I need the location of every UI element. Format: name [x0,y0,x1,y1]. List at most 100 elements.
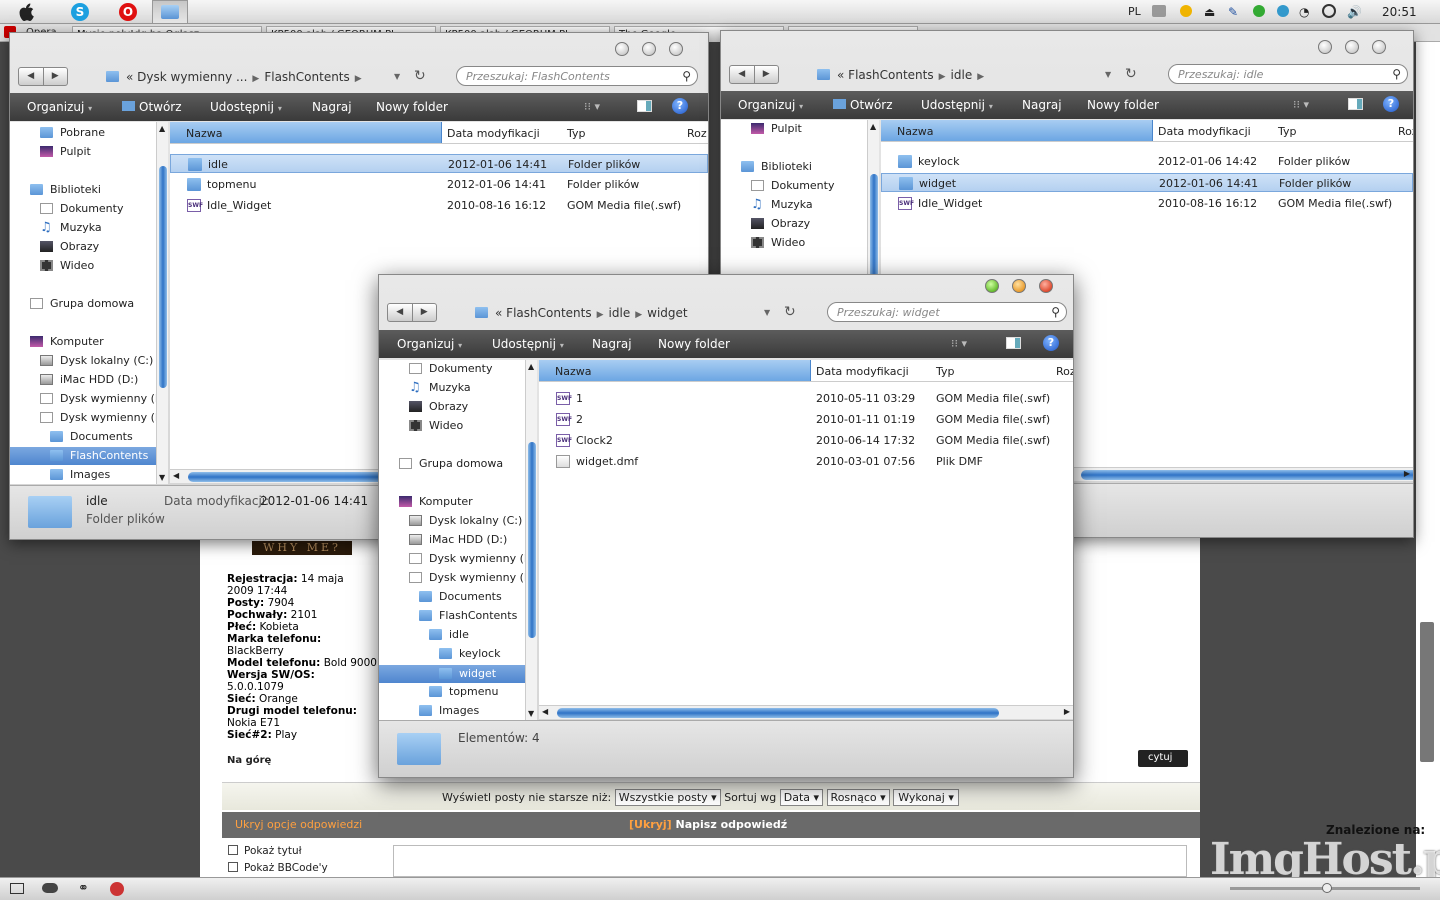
burn-button[interactable]: Nagraj [1022,98,1062,112]
window-button-icon[interactable] [669,42,683,56]
search-icon[interactable]: ⚲ [1392,67,1401,81]
column-name[interactable]: Nazwa [539,360,811,381]
help-icon[interactable]: ? [1043,335,1059,351]
eject-icon[interactable]: ⏏ [1204,5,1215,19]
back-forward-buttons[interactable]: ◀ ▶ [729,65,779,84]
nav-scroll-thumb[interactable] [159,166,167,388]
execute-button[interactable]: Wykonaj [893,789,959,806]
nav-item[interactable]: Komputer [10,333,156,351]
column-name[interactable]: Nazwa [881,120,1153,141]
scroll-down-icon[interactable]: ▼ [528,709,534,718]
nav-item[interactable]: Dokumenty [10,200,156,218]
notification-icon[interactable] [1180,5,1192,17]
nav-scrollbar[interactable]: ▲ [867,120,879,280]
file-row[interactable]: SWF 1 2010-05-11 03:29 GOM Media file(.swf) [539,389,1073,408]
nav-item[interactable]: ♫ Muzyka [10,219,156,237]
nav-item[interactable]: iMac HDD (D:) [379,531,525,549]
opera-icon[interactable]: O [110,0,146,24]
search-input[interactable]: Przeszukaj: widget ⚲ [827,302,1067,322]
nav-item[interactable]: ♫ Muzyka [379,379,525,397]
cloud-icon[interactable] [42,883,58,893]
new-folder-button[interactable]: Nowy folder [658,337,730,351]
burn-button[interactable]: Nagraj [312,100,352,114]
back-icon[interactable]: ◀ [730,66,754,83]
search-icon[interactable]: ⚲ [1051,305,1060,319]
view-options-icon[interactable]: ⁝⁝ ▾ [951,337,967,350]
help-icon[interactable]: ? [672,98,688,114]
column-name[interactable]: Nazwa [170,122,442,143]
preview-pane-icon[interactable] [637,100,652,112]
nav-scrollbar[interactable]: ▲ ▼ [525,360,537,720]
forward-icon[interactable]: ▶ [411,304,437,321]
scroll-left-icon[interactable]: ◀ [542,707,548,716]
window-button-icon[interactable] [1345,40,1359,54]
nav-item[interactable]: Pobrane [10,124,156,142]
file-row[interactable]: SWF Idle_Widget 2010-08-16 16:12 GOM Media … [170,196,708,215]
preview-pane-icon[interactable] [1348,98,1363,110]
nav-item[interactable]: Grupa domowa [10,295,156,313]
finder-icon[interactable] [152,0,188,24]
nav-item[interactable]: topmenu [379,683,525,701]
column-size[interactable]: Roz [687,127,707,140]
horizontal-scrollbar[interactable]: ◀ ▶ [539,705,1073,719]
view-options-icon[interactable]: ⁝⁝ ▾ [1293,98,1309,111]
scroll-down-icon[interactable]: ▼ [159,473,165,482]
nav-item[interactable]: Dysk lokalny (C:) [379,512,525,530]
column-date[interactable]: Data modyfikacji [1158,125,1251,138]
file-row[interactable]: SWF Idle_Widget 2010-08-16 16:12 GOM Media … [881,194,1413,213]
nav-item[interactable]: Dysk wymienny (F [10,390,161,408]
reply-textarea[interactable] [393,845,1187,877]
nav-item[interactable]: FlashContents [379,607,525,625]
checkbox-show-bbcode[interactable]: Pokaż BBCode'y [228,862,328,874]
search-input[interactable]: Przeszukaj: idle ⚲ [1168,64,1408,84]
back-icon[interactable]: ◀ [19,68,43,85]
page-scrollbar[interactable] [1416,42,1440,877]
refresh-icon[interactable]: ↻ [414,68,426,84]
help-icon[interactable]: ? [1383,96,1399,112]
file-row[interactable]: SWF Clock2 2010-06-14 17:32 GOM Media file(… [539,431,1073,450]
scroll-left-icon[interactable]: ◀ [173,471,179,480]
file-row[interactable]: SWF 2 2010-01-11 01:19 GOM Media file(.swf) [539,410,1073,429]
horizontal-scroll-thumb[interactable] [1081,470,1413,480]
column-size[interactable]: Roz [1398,125,1413,138]
scroll-up-icon[interactable]: ▲ [870,122,876,131]
window-button-icon[interactable] [1372,40,1386,54]
hide-options-link[interactable]: Ukryj opcje odpowiedzi [235,818,362,831]
horizontal-scroll-thumb[interactable] [557,708,999,718]
organize-button[interactable]: Organizuj ▾ [397,337,462,351]
nav-item[interactable]: Obrazy [379,398,525,416]
skype-icon[interactable]: S [62,0,98,24]
open-button[interactable]: Otwórz [122,100,182,114]
sync-icon[interactable] [1277,5,1289,17]
new-folder-button[interactable]: Nowy folder [376,100,448,114]
view-options-icon[interactable]: ⁝⁝ ▾ [584,100,600,113]
column-date[interactable]: Data modyfikacji [447,127,540,140]
refresh-icon[interactable]: ↻ [1125,66,1137,82]
go-top-link[interactable]: Na górę [227,755,271,766]
window-button-icon[interactable] [615,42,629,56]
forward-icon[interactable]: ▶ [42,68,68,85]
refresh-icon[interactable]: ↻ [784,304,796,320]
close-window-icon[interactable] [1039,279,1053,293]
nav-item[interactable]: Dysk lokalny (C:) [10,352,156,370]
nav-item[interactable]: Dysk wymienny (I [10,409,158,427]
nav-item[interactable]: Images [10,466,156,484]
clock[interactable]: 20:51 [1382,5,1417,19]
language-indicator[interactable]: PL [1128,5,1141,18]
alert-icon[interactable] [110,882,124,896]
keyboard-icon[interactable] [1152,5,1166,17]
column-size[interactable]: Roz [1056,365,1073,378]
nav-item[interactable]: Images [379,702,525,720]
quote-button[interactable]: cytuj [1138,750,1188,767]
minimize-window-icon[interactable] [1012,279,1026,293]
new-folder-button[interactable]: Nowy folder [1087,98,1159,112]
volume-icon[interactable]: 🔊 [1347,5,1362,19]
nav-item[interactable]: Pulpit [10,143,156,161]
breadcrumb[interactable]: « FlashContents ▶ idle ▶ widget [495,306,688,320]
nav-item[interactable]: Documents [10,428,156,446]
nav-item[interactable]: idle [379,626,525,644]
nav-item[interactable]: ♫ Muzyka [721,196,867,214]
scroll-up-icon[interactable]: ▲ [528,362,534,371]
open-button[interactable]: Otwórz [833,98,893,112]
share-icon[interactable]: ⚭ [78,881,89,896]
